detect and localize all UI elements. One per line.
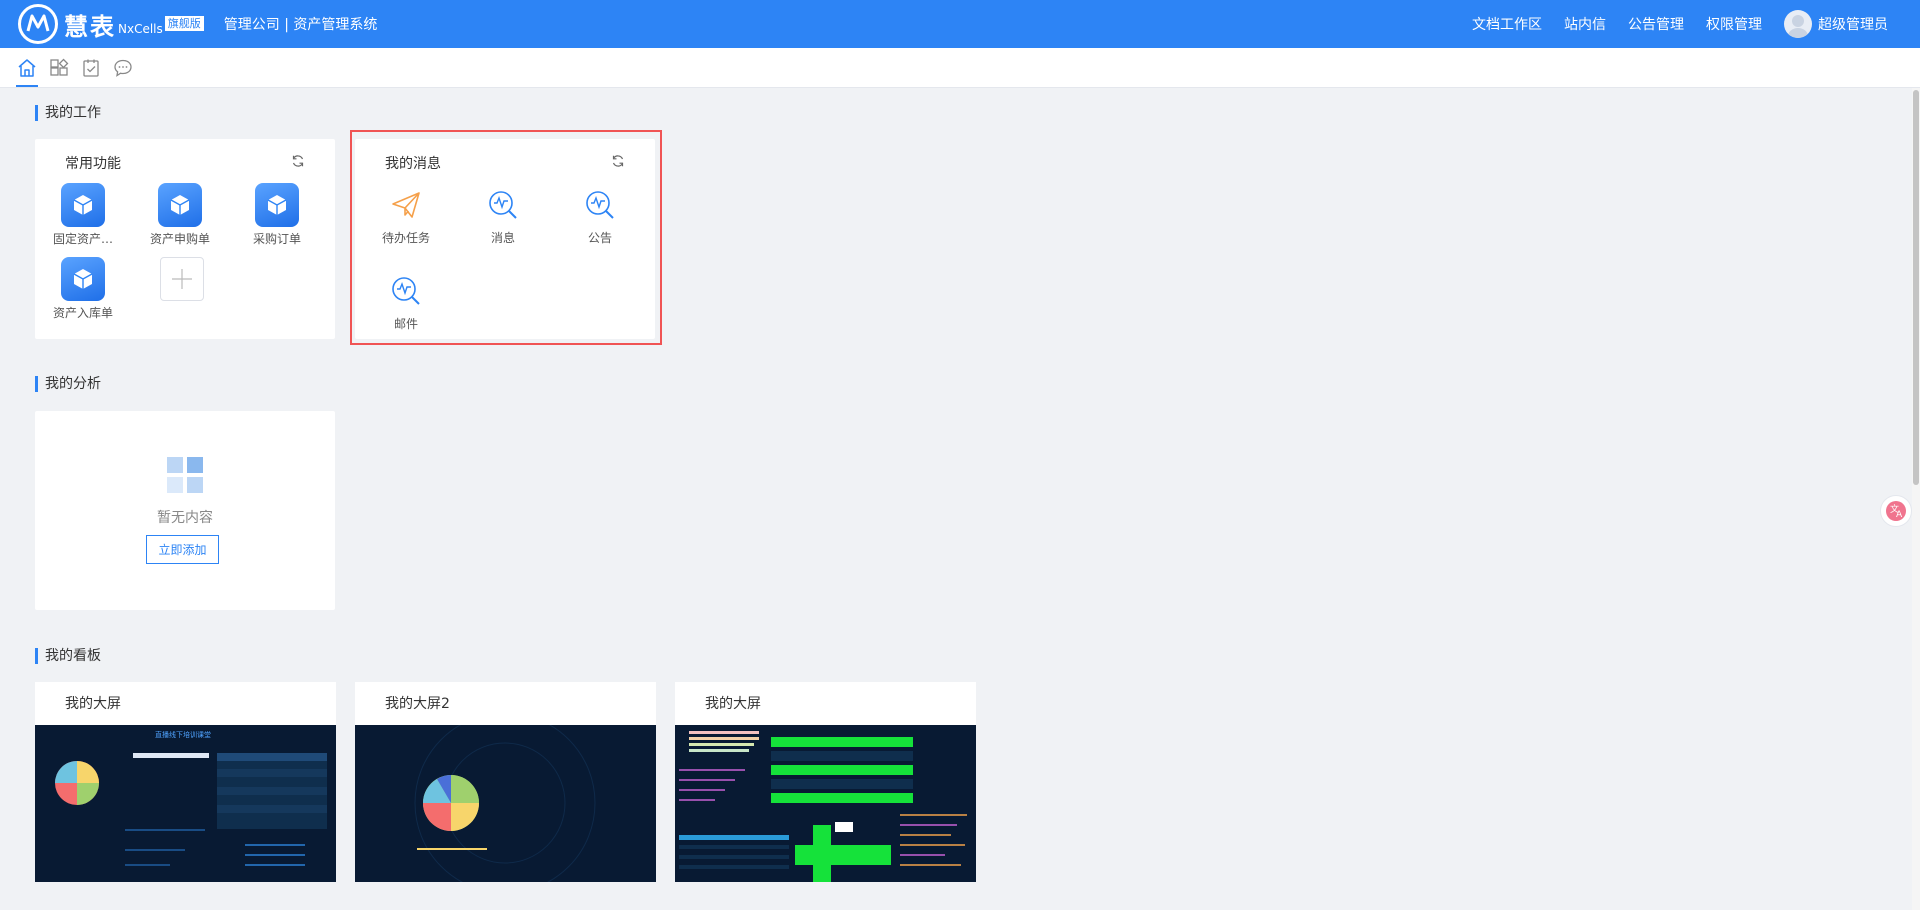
add-now-button[interactable]: 立即添加 xyxy=(146,535,219,564)
thumb-heading: 直播线下培训课堂 xyxy=(155,730,211,739)
board-card-2[interactable]: 我的大屏2 xyxy=(355,682,656,882)
avatar xyxy=(1784,10,1812,38)
user-menu[interactable]: 超级管理员 xyxy=(1784,10,1888,38)
cube-icon xyxy=(61,257,105,301)
nav-doc-workspace[interactable]: 文档工作区 xyxy=(1472,14,1542,34)
analysis-card: 暂无内容 立即添加 xyxy=(35,411,335,610)
selection-highlight xyxy=(350,130,662,345)
section-my-board: 我的看板 xyxy=(35,647,101,665)
function-asset-inbound[interactable]: 资产入库单 xyxy=(43,257,123,321)
function-label: 资产申购单 xyxy=(149,232,210,246)
function-asset-purchase-request[interactable]: 资产申购单 xyxy=(140,183,220,247)
system-title: 管理公司 | 资产管理系统 xyxy=(223,17,378,33)
top-header: 慧表 NxCells 旗舰版 管理公司 | 资产管理系统 文档工作区 站内信 公… xyxy=(0,0,1920,48)
home-icon[interactable] xyxy=(16,57,38,87)
function-label: 资产入库单 xyxy=(52,306,113,320)
cube-icon xyxy=(255,183,299,227)
scrollbar-thumb[interactable] xyxy=(1913,90,1919,485)
board-title: 我的大屏 xyxy=(705,696,761,712)
plus-icon xyxy=(172,269,192,289)
board-card-1[interactable]: 我的大屏 直播线下培训课堂 xyxy=(35,682,336,882)
edition-badge: 旗舰版 xyxy=(164,15,204,31)
quick-toolbar xyxy=(0,48,1920,88)
cube-icon xyxy=(61,183,105,227)
board-thumbnail xyxy=(675,725,976,882)
function-label: 采购订单 xyxy=(252,232,301,246)
function-fixed-asset[interactable]: 固定资产… xyxy=(43,183,123,247)
empty-state-icon xyxy=(167,457,203,493)
section-my-analysis: 我的分析 xyxy=(35,375,101,393)
common-functions-card: 常用功能 固定资产… 资产申购单 采购订单 资产入库单 xyxy=(35,139,335,339)
nav-permission[interactable]: 权限管理 xyxy=(1706,14,1762,34)
translate-button[interactable]: 文A xyxy=(1880,495,1912,527)
empty-text: 暂无内容 xyxy=(157,510,213,526)
chat-icon[interactable] xyxy=(112,57,134,79)
refresh-icon[interactable] xyxy=(291,154,305,168)
section-my-work: 我的工作 xyxy=(35,104,101,122)
logo-name: 慧表 xyxy=(64,12,116,41)
logo[interactable]: 慧表 NxCells 旗舰版 xyxy=(18,4,204,44)
user-name: 超级管理员 xyxy=(1818,17,1888,33)
board-title: 我的大屏 xyxy=(65,696,121,712)
apps-icon[interactable] xyxy=(48,57,70,79)
logo-subtitle: NxCells xyxy=(118,22,163,36)
task-icon[interactable] xyxy=(80,57,102,79)
logo-icon xyxy=(18,4,58,44)
add-function-button[interactable] xyxy=(160,257,204,301)
nav-announcement[interactable]: 公告管理 xyxy=(1628,14,1684,34)
card-title: 常用功能 xyxy=(65,156,121,172)
svg-text:A: A xyxy=(1896,510,1903,520)
nav-inbox[interactable]: 站内信 xyxy=(1564,14,1606,34)
board-title: 我的大屏2 xyxy=(385,696,450,712)
board-thumbnail xyxy=(355,725,656,882)
function-label: 固定资产… xyxy=(52,232,113,246)
cube-icon xyxy=(158,183,202,227)
header-nav: 文档工作区 站内信 公告管理 权限管理 超级管理员 xyxy=(1450,0,1888,48)
translate-icon: 文A xyxy=(1886,501,1906,521)
function-purchase-order[interactable]: 采购订单 xyxy=(237,183,317,247)
board-thumbnail: 直播线下培训课堂 xyxy=(35,725,336,882)
board-card-3[interactable]: 我的大屏 xyxy=(675,682,976,882)
